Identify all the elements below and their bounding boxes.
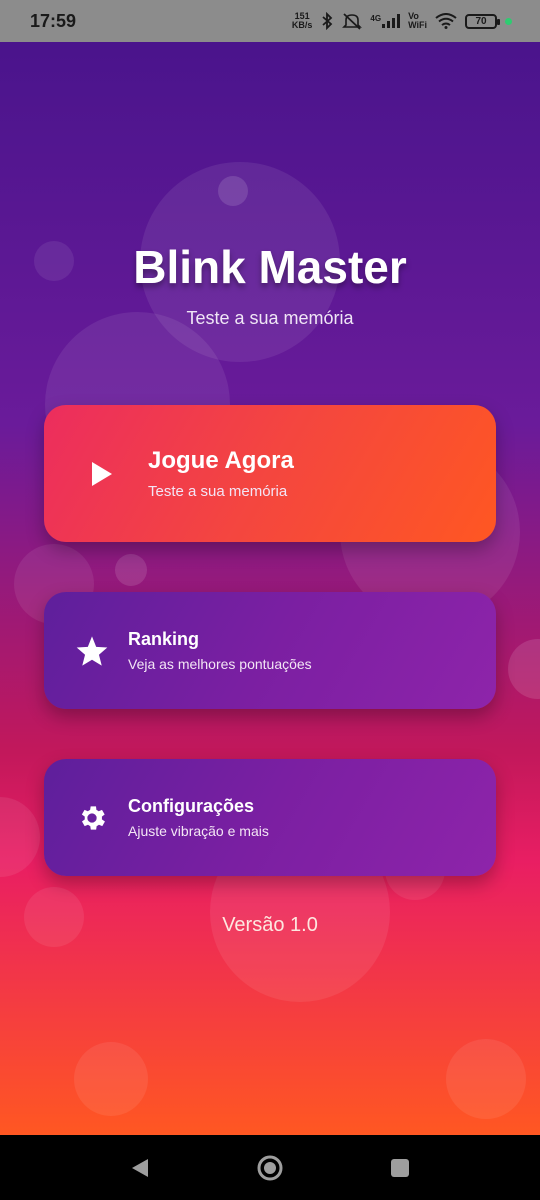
bg-bubble bbox=[218, 176, 248, 206]
ranking-text: Ranking Veja as melhores pontuações bbox=[128, 629, 312, 672]
bg-bubble bbox=[508, 639, 540, 699]
wifi-label: WiFi bbox=[408, 20, 427, 30]
star-icon bbox=[74, 633, 110, 669]
app-title: Blink Master bbox=[133, 241, 407, 293]
back-icon[interactable] bbox=[120, 1148, 160, 1188]
battery-icon: 70 bbox=[465, 13, 500, 29]
status-bar: 17:59 151 KB/s 4G Vo WiFi 70 bbox=[0, 0, 540, 42]
play-button[interactable]: Jogue Agora Teste a sua memória bbox=[44, 405, 496, 542]
status-time: 17:59 bbox=[30, 10, 77, 31]
bg-bubble bbox=[446, 1039, 526, 1119]
status-icons: 151 KB/s 4G Vo WiFi 70 bbox=[292, 12, 512, 30]
bg-bubble bbox=[115, 554, 147, 586]
ranking-subtitle: Veja as melhores pontuações bbox=[128, 656, 312, 672]
app-screen: Blink Master Teste a sua memória Jogue A… bbox=[0, 42, 540, 1135]
ranking-title: Ranking bbox=[128, 629, 200, 649]
play-text: Jogue Agora Teste a sua memória bbox=[148, 447, 294, 500]
bg-bubble bbox=[74, 1042, 148, 1116]
home-icon[interactable] bbox=[250, 1148, 290, 1188]
privacy-dot bbox=[505, 17, 512, 25]
settings-title: Configurações bbox=[128, 796, 255, 816]
net-speed: 151 KB/s bbox=[292, 12, 313, 30]
settings-button[interactable]: Configurações Ajuste vibração e mais bbox=[44, 759, 496, 876]
wifi-icon bbox=[435, 13, 457, 29]
recents-icon[interactable] bbox=[380, 1148, 420, 1188]
mute-icon bbox=[342, 12, 363, 30]
settings-subtitle: Ajuste vibração e mais bbox=[128, 823, 269, 839]
ranking-button[interactable]: Ranking Veja as melhores pontuações bbox=[44, 592, 496, 709]
play-subtitle: Teste a sua memória bbox=[148, 483, 288, 500]
play-icon bbox=[84, 456, 120, 492]
play-title: Jogue Agora bbox=[148, 447, 294, 474]
system-nav-bar bbox=[0, 1135, 540, 1200]
gear-icon bbox=[74, 800, 110, 836]
net-speed-unit: KB/s bbox=[291, 20, 313, 30]
bluetooth-icon bbox=[320, 12, 334, 30]
signal-icon: 4G bbox=[370, 14, 401, 28]
bg-bubble bbox=[0, 797, 40, 877]
network-type: 4G bbox=[370, 14, 382, 23]
vowifi-label: Vo WiFi bbox=[408, 12, 427, 30]
settings-text: Configurações Ajuste vibração e mais bbox=[128, 796, 269, 839]
app-subtitle: Teste a sua memória bbox=[186, 308, 354, 328]
version-label: Versão 1.0 bbox=[222, 914, 318, 936]
